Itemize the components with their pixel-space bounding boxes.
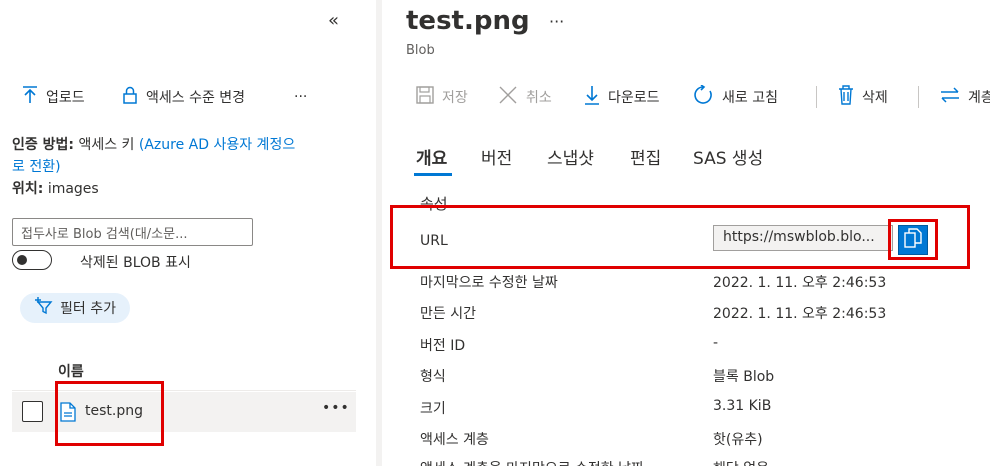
highlight-url-row	[390, 205, 970, 269]
blob-subtitle: Blob	[406, 43, 435, 58]
add-filter-button[interactable]: 필터 추가	[20, 293, 130, 323]
blob-title: test.png	[406, 6, 530, 36]
toggle-knob	[17, 255, 27, 265]
prop-label-last-modified: 마지막으로 수정한 날짜	[420, 275, 558, 291]
delete-button[interactable]: 삭제	[838, 85, 888, 109]
refresh-icon	[694, 84, 714, 109]
toolbar-separator-2	[918, 86, 919, 108]
tab-overview[interactable]: 개요	[416, 144, 447, 169]
tab-versions[interactable]: 버전	[481, 144, 512, 169]
location: 위치: images	[12, 178, 99, 198]
download-arrow-icon	[584, 85, 600, 109]
save-label: 저장	[442, 90, 468, 106]
title-more-button[interactable]: ···	[549, 12, 564, 31]
filter-add-icon	[34, 297, 54, 319]
auth-value: 액세스 키	[78, 137, 135, 153]
column-header-name[interactable]: 이름	[58, 361, 84, 381]
tab-edit[interactable]: 편집	[630, 144, 661, 169]
prop-value-last-modified: 2022. 1. 11. 오후 2:46:53	[713, 275, 887, 291]
location-value: images	[47, 181, 99, 197]
prop-label-access-tier: 액세스 계층	[420, 432, 489, 448]
swap-arrows-icon	[940, 86, 960, 108]
blob-search-input[interactable]: 접두사로 Blob 검색(대/소문...	[12, 218, 253, 246]
save-icon	[416, 86, 434, 108]
trash-icon	[838, 85, 854, 109]
change-tier-button[interactable]: 계층 변경	[940, 85, 990, 109]
refresh-button[interactable]: 새로 고침	[694, 84, 778, 109]
prop-label-version-id: 버전 ID	[420, 338, 466, 354]
prop-value-version-id: -	[713, 335, 719, 351]
toolbar-separator	[816, 86, 817, 108]
change-tier-label: 계층 변경	[968, 90, 990, 106]
cancel-button[interactable]: 취소	[498, 85, 552, 109]
switch-to-azure-ad-link-cont[interactable]: 로 전환)	[12, 159, 61, 175]
prop-value-created: 2022. 1. 11. 오후 2:46:53	[713, 306, 887, 322]
tab-active-indicator	[414, 173, 452, 176]
location-label: 위치:	[12, 181, 44, 197]
pane-divider	[376, 0, 382, 466]
prop-label-size: 크기	[420, 401, 446, 417]
row-checkbox[interactable]	[22, 401, 43, 422]
prop-value-type: 블록 Blob	[713, 369, 775, 385]
more-icon: ···	[294, 89, 308, 105]
upload-arrow-icon	[22, 86, 38, 108]
download-button[interactable]: 다운로드	[584, 85, 660, 109]
download-label: 다운로드	[608, 90, 660, 106]
collapse-pane-button[interactable]: «	[328, 10, 339, 31]
prop-label-type: 형식	[420, 369, 446, 385]
save-button[interactable]: 저장	[416, 85, 468, 109]
prop-value-access-tier: 핫(유추)	[713, 432, 763, 448]
prop-value-size: 3.31 KiB	[713, 398, 772, 414]
prop-label-created: 만든 시간	[420, 306, 476, 322]
upload-label: 업로드	[46, 90, 85, 106]
cancel-label: 취소	[526, 90, 552, 106]
lock-icon	[122, 86, 138, 108]
auth-method: 인증 방법: 액세스 키 (Azure AD 사용자 계정으 로 전환)	[12, 134, 357, 178]
refresh-label: 새로 고침	[722, 90, 778, 106]
change-access-level-label: 액세스 수준 변경	[146, 90, 246, 106]
tab-generate-sas[interactable]: SAS 생성	[693, 144, 763, 169]
prop-value-tier-modified: 해당 없음	[713, 458, 769, 466]
close-icon	[498, 85, 518, 109]
delete-label: 삭제	[862, 90, 888, 106]
auth-label: 인증 방법:	[12, 137, 74, 153]
tab-snapshots[interactable]: 스냅샷	[547, 144, 594, 169]
change-access-level-button[interactable]: 액세스 수준 변경	[122, 85, 245, 109]
more-actions-button[interactable]: ···	[294, 85, 307, 109]
highlight-blob-name	[55, 381, 164, 446]
row-more-button[interactable]: •••	[322, 400, 350, 416]
highlight-copy-button	[888, 219, 938, 260]
switch-to-azure-ad-link[interactable]: (Azure AD 사용자 계정으	[139, 137, 295, 153]
show-deleted-label: 삭제된 BLOB 표시	[80, 255, 191, 271]
show-deleted-toggle[interactable]	[12, 250, 52, 270]
upload-button[interactable]: 업로드	[22, 85, 85, 109]
prop-label-tier-modified: 액세스 계층을 마지막으로 수정한 날짜	[420, 458, 644, 466]
add-filter-label: 필터 추가	[60, 301, 116, 317]
